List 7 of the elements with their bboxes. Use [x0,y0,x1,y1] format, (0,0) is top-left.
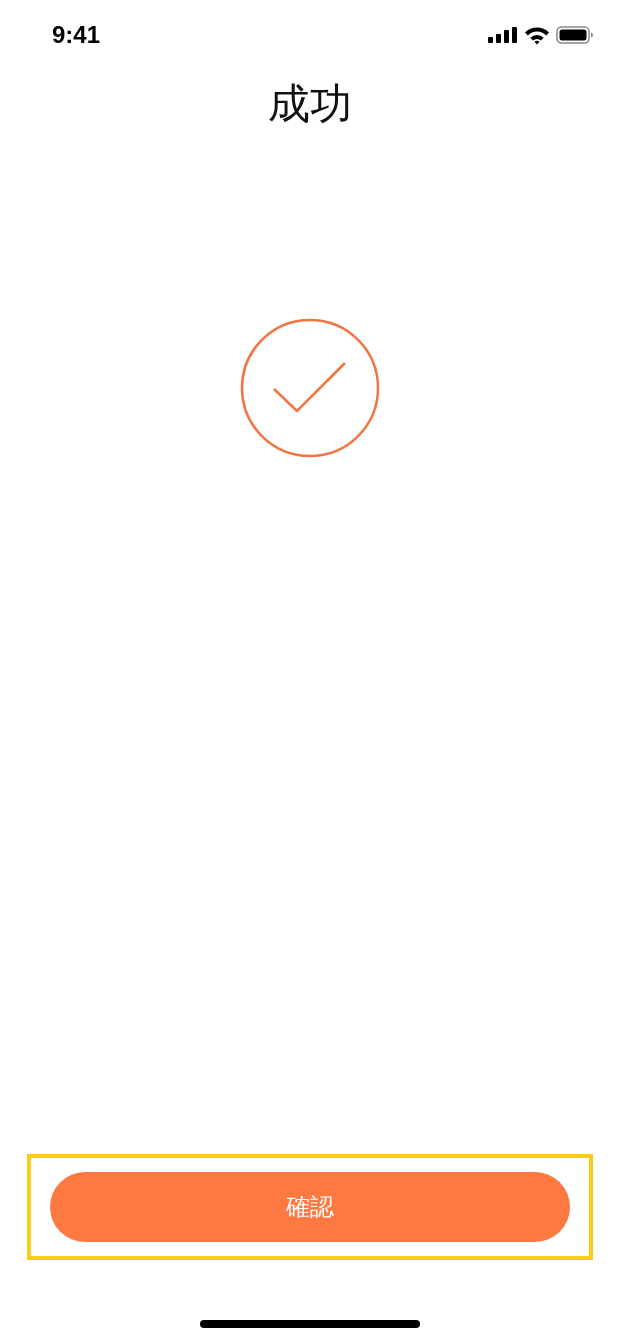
success-check-icon [240,318,380,458]
page-title: 成功 [268,78,352,130]
status-time: 9:41 [52,21,101,49]
battery-icon [556,26,594,44]
signal-icon [488,27,518,43]
confirm-button[interactable]: 確認 [50,1172,570,1242]
wifi-icon [524,25,550,45]
